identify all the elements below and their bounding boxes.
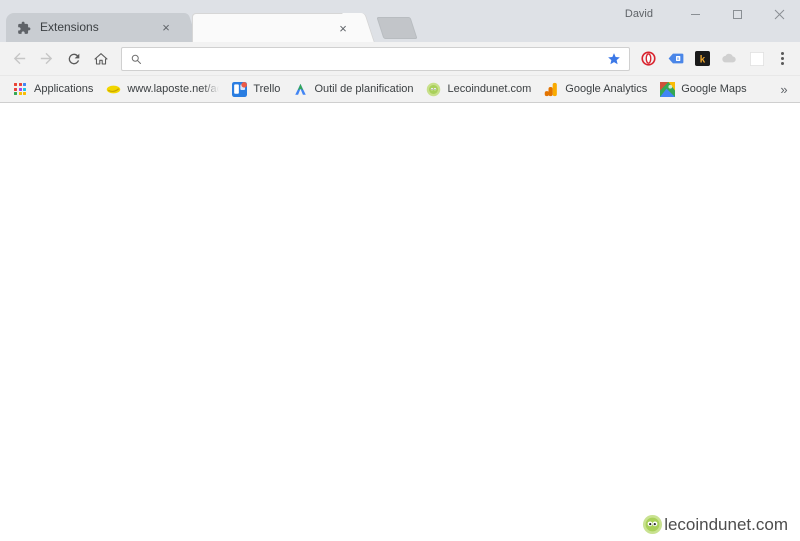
forward-button[interactable]: [33, 45, 60, 72]
bookmarks-bar: Applications www.laposte.net/acc Trello …: [0, 76, 800, 103]
bookmark-label: Trello: [253, 82, 281, 95]
window-controls: David: [618, 0, 800, 28]
back-button[interactable]: [6, 45, 33, 72]
grey-cloud-extension-icon[interactable]: [716, 45, 743, 72]
bookmark-google-analytics[interactable]: Google Analytics: [537, 79, 653, 100]
minimize-button[interactable]: [674, 0, 716, 28]
lecoindunet-face-icon: [642, 514, 663, 535]
opera-extension-icon[interactable]: [635, 45, 662, 72]
bookmark-trello[interactable]: Trello: [225, 79, 286, 100]
trello-icon: [231, 81, 247, 97]
bookmarks-overflow-button[interactable]: »: [774, 79, 794, 100]
profile-name-chip[interactable]: David: [618, 6, 660, 22]
white-square-extension-icon[interactable]: [743, 45, 770, 72]
browser-window: Extensions × × David B k Applications ww…: [0, 0, 800, 541]
close-window-button[interactable]: [758, 0, 800, 28]
reload-button[interactable]: [60, 45, 87, 72]
chrome-menu-button[interactable]: [770, 45, 794, 72]
tab-close-button[interactable]: ×: [335, 20, 351, 36]
tab-close-button[interactable]: ×: [158, 20, 174, 36]
watermark-text: lecoindunet.com: [664, 515, 788, 534]
google-analytics-icon: [543, 81, 559, 97]
bookmark-label: Outil de planification: [314, 82, 414, 95]
page-content-area: lecoindunet.com: [0, 103, 800, 541]
bookmark-label: Applications: [34, 82, 94, 95]
home-button[interactable]: [87, 45, 114, 72]
three-dots-icon: [780, 52, 784, 65]
tab-strip: Extensions × × David: [0, 0, 800, 42]
search-icon: [129, 52, 143, 66]
bookmark-label: www.laposte.net/acc: [127, 82, 220, 95]
bookmark-star-icon[interactable]: [603, 48, 625, 70]
address-bar[interactable]: [121, 46, 630, 71]
bookmark-laposte[interactable]: www.laposte.net/acc: [99, 79, 225, 100]
laposte-icon: [105, 81, 121, 97]
watermark: lecoindunet.com: [642, 514, 788, 535]
bookmark-applications[interactable]: Applications: [6, 79, 99, 100]
maximize-button[interactable]: [716, 0, 758, 28]
new-tab-button[interactable]: [376, 17, 418, 39]
bookmark-google-maps[interactable]: Google Maps: [653, 79, 752, 100]
lecoindunet-icon: [426, 81, 442, 97]
bookmark-lecoindunet[interactable]: Lecoindunet.com: [420, 79, 538, 100]
address-input[interactable]: [149, 51, 601, 66]
browser-toolbar: B k: [0, 42, 800, 76]
tab-blank[interactable]: ×: [192, 13, 360, 42]
bookmark-label: Google Analytics: [565, 82, 648, 95]
tab-title: Extensions: [40, 20, 99, 34]
extension-icons: B k: [635, 45, 794, 72]
k-extension-icon[interactable]: k: [689, 45, 716, 72]
apps-grid-icon: [12, 81, 28, 97]
tab-list: Extensions × ×: [6, 13, 418, 42]
tab-extensions[interactable]: Extensions ×: [6, 13, 182, 42]
svg-text:k: k: [700, 54, 706, 65]
blue-tag-extension-icon[interactable]: B: [662, 45, 689, 72]
bookmark-label: Lecoindunet.com: [447, 82, 532, 95]
bookmark-outil-planification[interactable]: Outil de planification: [286, 79, 419, 100]
google-maps-icon: [659, 81, 675, 97]
puzzle-piece-icon: [16, 20, 32, 36]
google-ads-icon: [292, 81, 308, 97]
bookmark-label: Google Maps: [681, 82, 747, 95]
